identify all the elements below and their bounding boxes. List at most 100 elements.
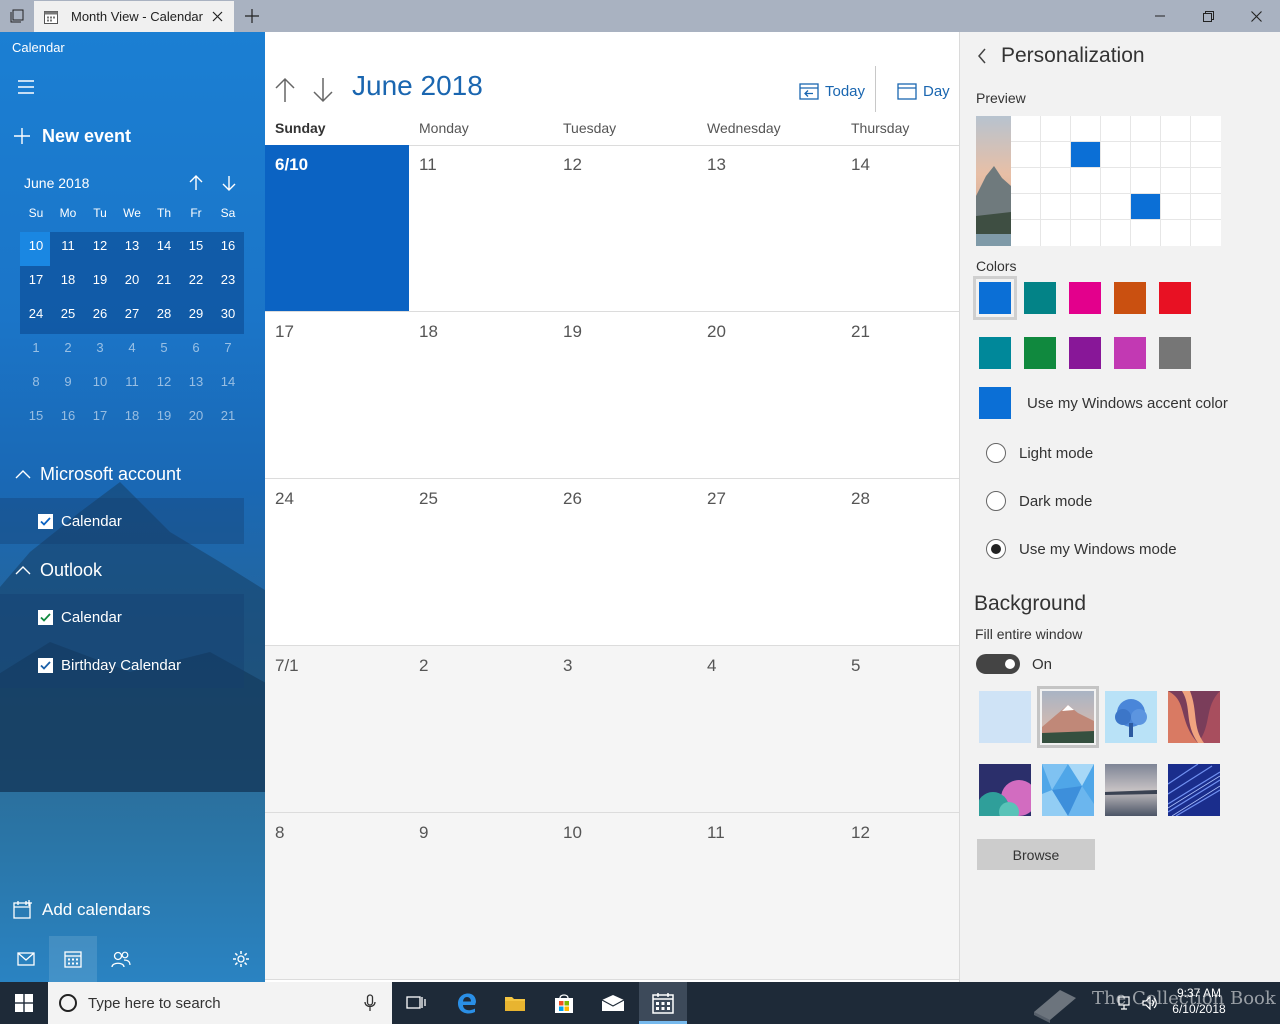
mini-day[interactable]: 11 <box>116 364 148 398</box>
mini-day[interactable]: 24 <box>20 296 52 330</box>
mini-day[interactable]: 16 <box>52 398 84 432</box>
group-header-microsoft-account[interactable]: Microsoft account <box>14 462 181 486</box>
background-thumb-streaks[interactable] <box>1168 764 1220 816</box>
mini-day[interactable]: 18 <box>116 398 148 432</box>
mini-day[interactable]: 21 <box>148 262 180 296</box>
file-explorer-button[interactable] <box>491 982 539 1024</box>
mini-day[interactable]: 12 <box>148 364 180 398</box>
radio-windows-mode[interactable]: Use my Windows mode <box>986 538 1177 560</box>
mini-calendar-month[interactable]: June 2018 <box>24 175 89 191</box>
tab-switcher-button[interactable] <box>0 0 34 32</box>
arrow-up-icon[interactable] <box>186 173 206 193</box>
radio-dark-mode[interactable]: Dark mode <box>986 490 1092 512</box>
people-button[interactable] <box>97 936 145 982</box>
day-cell[interactable]: 20 <box>697 312 841 478</box>
day-cell[interactable]: 4 <box>697 646 841 812</box>
mini-day[interactable]: 19 <box>84 262 116 296</box>
day-cell[interactable]: 7/1 <box>265 646 409 812</box>
mini-day[interactable]: 14 <box>148 228 180 262</box>
day-cell[interactable]: 25 <box>409 479 553 645</box>
mini-day[interactable]: 25 <box>52 296 84 330</box>
microphone-icon[interactable] <box>364 994 376 1012</box>
mini-day[interactable]: 22 <box>180 262 212 296</box>
day-cell[interactable]: 27 <box>697 479 841 645</box>
mini-day[interactable]: 27 <box>116 296 148 330</box>
mini-day[interactable]: 10 <box>20 228 52 262</box>
close-window-button[interactable] <box>1232 0 1280 32</box>
fill-window-toggle[interactable] <box>976 654 1020 674</box>
radio-button[interactable] <box>986 491 1006 511</box>
day-cell[interactable]: 2 <box>409 646 553 812</box>
color-swatch-purple[interactable] <box>1069 337 1101 369</box>
color-swatch-gray[interactable] <box>1159 337 1191 369</box>
taskbar-search-box[interactable]: Type here to search <box>48 982 392 1024</box>
month-title[interactable]: June 2018 <box>352 70 483 102</box>
day-cell[interactable]: 12 <box>553 145 697 311</box>
network-icon[interactable] <box>1118 996 1134 1010</box>
edge-button[interactable] <box>443 982 491 1024</box>
mini-day[interactable]: 19 <box>148 398 180 432</box>
start-button[interactable] <box>0 982 48 1024</box>
calendar-toggle-microsoft-calendar[interactable]: Calendar <box>38 511 122 531</box>
mini-day[interactable]: 23 <box>212 262 244 296</box>
settings-button[interactable] <box>217 936 265 982</box>
mini-day[interactable]: 5 <box>148 330 180 364</box>
radio-button[interactable] <box>986 443 1006 463</box>
group-header-outlook[interactable]: Outlook <box>14 558 102 582</box>
day-cell[interactable]: 5 <box>841 646 959 812</box>
mini-day[interactable]: 20 <box>180 398 212 432</box>
mini-day[interactable]: 14 <box>212 364 244 398</box>
minimize-button[interactable] <box>1136 0 1184 32</box>
restore-button[interactable] <box>1184 0 1232 32</box>
arrow-down-icon[interactable] <box>219 173 239 193</box>
mail-taskbar-button[interactable] <box>589 982 637 1024</box>
day-cell[interactable]: 13 <box>697 145 841 311</box>
accent-color-label[interactable]: Use my Windows accent color <box>1027 395 1228 412</box>
radio-light-mode[interactable]: Light mode <box>986 442 1093 464</box>
day-cell[interactable]: 8 <box>265 813 409 979</box>
background-thumb-mountain-selected[interactable] <box>1037 686 1099 748</box>
mini-day[interactable]: 8 <box>20 364 52 398</box>
day-view-button[interactable]: Day <box>897 80 950 102</box>
background-thumb-light-blue[interactable] <box>979 691 1031 743</box>
add-calendars-button[interactable]: Add calendars <box>12 898 151 922</box>
day-cell[interactable]: 24 <box>265 479 409 645</box>
accent-color-swatch[interactable] <box>979 387 1011 419</box>
color-swatch-orchid[interactable] <box>1114 337 1146 369</box>
mini-day[interactable]: 15 <box>180 228 212 262</box>
day-cell[interactable]: 28 <box>841 479 959 645</box>
browse-button[interactable]: Browse <box>977 839 1095 870</box>
day-cell[interactable]: 19 <box>553 312 697 478</box>
tab-close-button[interactable] <box>209 9 225 25</box>
day-cell[interactable]: 14 <box>841 145 959 311</box>
checkbox-checked[interactable] <box>38 513 53 529</box>
mini-day[interactable]: 16 <box>212 228 244 262</box>
day-cell[interactable]: 11 <box>409 145 553 311</box>
calendar-taskbar-button[interactable] <box>639 982 687 1024</box>
hamburger-menu-icon[interactable] <box>16 80 36 94</box>
mini-day[interactable]: 10 <box>84 364 116 398</box>
day-cell[interactable]: 21 <box>841 312 959 478</box>
mini-day[interactable]: 1 <box>20 330 52 364</box>
color-swatch-sea-blue[interactable] <box>979 337 1011 369</box>
day-cell[interactable]: 12 <box>841 813 959 979</box>
checkbox-checked[interactable] <box>38 657 53 673</box>
mini-day[interactable]: 18 <box>52 262 84 296</box>
radio-button-selected[interactable] <box>986 539 1006 559</box>
mini-day[interactable]: 7 <box>212 330 244 364</box>
background-thumb-geometric[interactable] <box>1042 764 1094 816</box>
color-swatch-red[interactable] <box>1159 282 1191 314</box>
mini-day[interactable]: 29 <box>180 296 212 330</box>
back-arrow-icon[interactable] <box>974 46 990 66</box>
day-cell-today[interactable]: 6/10 <box>265 145 409 311</box>
day-cell[interactable]: 3 <box>553 646 697 812</box>
new-tab-button[interactable] <box>240 4 264 28</box>
mini-day[interactable]: 30 <box>212 296 244 330</box>
mini-day[interactable]: 4 <box>116 330 148 364</box>
color-swatch-teal[interactable] <box>1024 282 1056 314</box>
mini-day[interactable]: 6 <box>180 330 212 364</box>
color-swatch-orange[interactable] <box>1114 282 1146 314</box>
store-button[interactable] <box>540 982 588 1024</box>
mini-day[interactable]: 26 <box>84 296 116 330</box>
mail-button[interactable] <box>2 936 50 982</box>
